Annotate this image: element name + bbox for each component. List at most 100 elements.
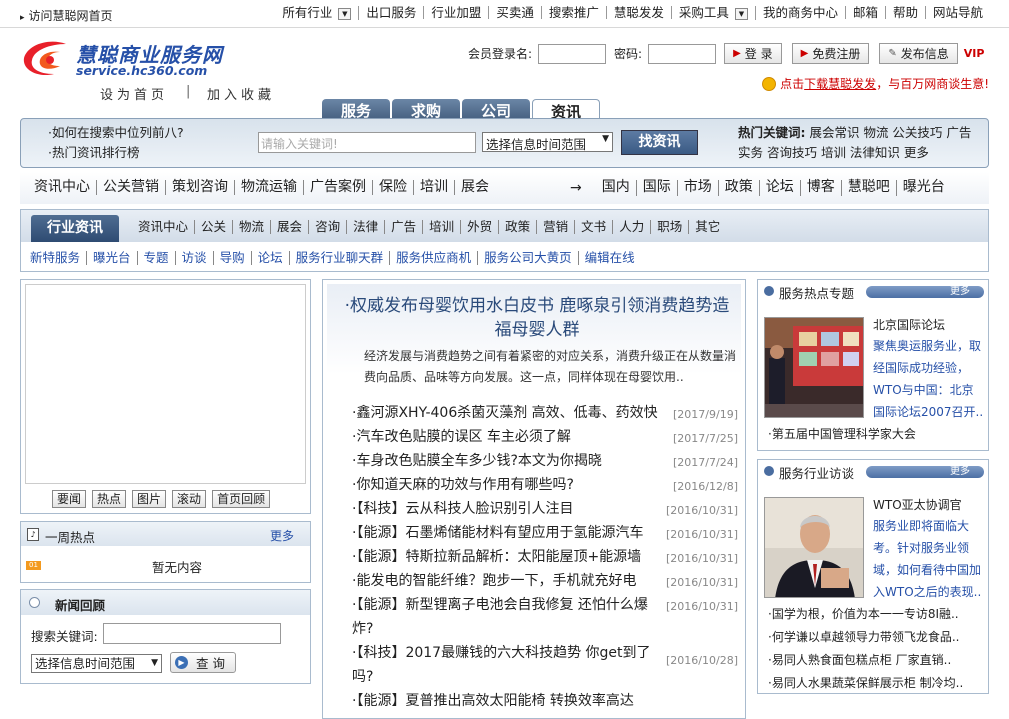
industry-cat[interactable]: 文书 [575, 220, 614, 234]
list-item[interactable]: ·【能源】夏普推出高效太阳能椅 转换效率高达 [352, 689, 742, 713]
industry-link[interactable]: 服务行业聊天群 [290, 251, 391, 265]
list-item[interactable]: ·鑫河源XHY-406杀菌灭藻剂 高效、低毒、药效快 [2017/9/19] [352, 401, 742, 425]
industry-cat[interactable]: 法律 [347, 220, 386, 234]
list-item[interactable]: ·车身改色贴膜全车多少钱?本文为你揭晓 [2017/7/24] [352, 449, 742, 473]
publish-button[interactable]: ✎ 发布信息 [879, 43, 958, 64]
channel-ad-cases[interactable]: 广告案例 [304, 180, 373, 195]
industry-link[interactable]: 服务供应商机 [390, 251, 479, 265]
interview-item[interactable]: ·国学为根，价值为本一一专访8I融.. [768, 603, 986, 625]
member-input[interactable] [538, 43, 607, 64]
home-link[interactable]: ▸ 访问慧聪网首页 [20, 7, 113, 24]
password-input[interactable] [648, 43, 717, 64]
industry-cat[interactable]: 培训 [423, 220, 462, 234]
industry-cat[interactable]: 其它 [689, 220, 726, 234]
channel-pr[interactable]: 公关营销 [97, 180, 166, 195]
topic-item[interactable]: ·第五届中国管理科学家大会 [768, 423, 986, 445]
channel-logistics[interactable]: 物流运输 [235, 180, 304, 195]
industry-cat[interactable]: 政策 [499, 220, 538, 234]
top-nav-join[interactable]: 行业加盟 [424, 6, 490, 20]
search-input[interactable]: 请输入关键词! [258, 132, 476, 153]
review-time-select[interactable]: 选择信息时间范围 ▼ [31, 654, 162, 673]
channel-blog[interactable]: 博客 [801, 180, 842, 196]
industry-link[interactable]: 专题 [138, 251, 176, 265]
vip-badge[interactable]: VIP [964, 47, 985, 60]
interview-image[interactable] [764, 497, 864, 598]
list-item[interactable]: ·【科技】2017最赚钱的六大科技趋势 你get到了吗? [2016/10/28] [352, 641, 738, 689]
channel-market[interactable]: 市场 [678, 180, 719, 196]
interviews-more-link[interactable]: 更多 [866, 466, 984, 478]
interview-label[interactable]: WTO亚太协调官 [873, 496, 962, 513]
channel-insurance[interactable]: 保险 [373, 180, 414, 195]
interview-item[interactable]: ·易同人水果蔬菜保鲜展示柜 制冷均.. [768, 672, 986, 694]
headline-title[interactable]: ·权威发布母婴饮用水白皮书 鹿啄泉引领消费趋势造福母婴人群 [337, 294, 737, 342]
download-fafa-link[interactable]: 下载慧聪发发 [804, 75, 876, 92]
channel-planning[interactable]: 策划咨询 [166, 180, 235, 195]
interview-item[interactable]: ·易同人熟食面包糕点柜 厂家直销.. [768, 649, 986, 671]
channel-training[interactable]: 培训 [414, 180, 455, 195]
topic-description[interactable]: 聚焦奥运服务业，取经国际成功经验，WTO与中国：北京国际论坛2007召开.. [873, 335, 985, 423]
top-nav-business-center[interactable]: 我的商务中心 [756, 6, 846, 20]
topic-label[interactable]: 北京国际论坛 [873, 316, 945, 333]
industry-cat[interactable]: 咨询 [309, 220, 348, 234]
register-button[interactable]: ▶ 免费注册 [791, 43, 870, 64]
industry-cat[interactable]: 人力 [613, 220, 652, 234]
industry-link[interactable]: 新特服务 [30, 251, 88, 265]
top-nav-tools[interactable]: 采购工具 ▼ [672, 6, 756, 20]
interview-item[interactable]: ·何学谦以卓越领导力带领飞龙食品.. [768, 626, 986, 648]
top-nav-mail[interactable]: 邮箱 [846, 6, 886, 20]
industry-cat[interactable]: 物流 [233, 220, 272, 234]
industry-link[interactable]: 服务公司大黄页 [478, 251, 579, 265]
weekly-hot-more-link[interactable]: 更多 [270, 527, 294, 544]
ranking-tip-link[interactable]: ·如何在搜索中位列前八? [48, 123, 184, 143]
login-button[interactable]: ▶ 登 录 [724, 43, 782, 64]
industry-cat[interactable]: 资讯中心 [132, 220, 196, 234]
keyword-input[interactable] [103, 623, 281, 644]
channel-international[interactable]: 国际 [637, 180, 678, 196]
add-favorite-link[interactable]: 加入收藏 [207, 84, 275, 103]
industry-cat[interactable]: 展会 [271, 220, 310, 234]
top-nav-search-promo[interactable]: 搜索推广 [542, 6, 607, 20]
list-item[interactable]: ·【能源】特斯拉新品解析：太阳能屋顶+能源墙 [2016/10/31] [352, 545, 742, 569]
industry-cat[interactable]: 营销 [537, 220, 576, 234]
channel-exposure[interactable]: 曝光台 [897, 180, 951, 196]
carousel-pictures-button[interactable]: 图片 [132, 490, 167, 508]
list-item[interactable]: ·汽车改色贴膜的误区 车主必须了解 [2017/7/25] [352, 425, 742, 449]
industry-link[interactable]: 论坛 [252, 251, 290, 265]
logo-icon[interactable] [20, 38, 70, 80]
industry-cat[interactable]: 外贸 [461, 220, 500, 234]
industry-cat[interactable]: 公关 [195, 220, 234, 234]
topic-image[interactable] [764, 317, 864, 418]
chevron-down-icon[interactable]: ▼ [338, 7, 352, 20]
list-item[interactable]: ·【能源】新型锂离子电池会自我修复 还怕什么爆炸? [2016/10/31] [352, 593, 738, 641]
hot-ranking-link[interactable]: ·热门资讯排行榜 [48, 143, 184, 163]
industry-link[interactable]: 导购 [214, 251, 252, 265]
hot-topics-more-link[interactable]: 更多 [866, 286, 984, 298]
top-nav-sitemap[interactable]: 网站导航 [926, 6, 983, 19]
top-nav-help[interactable]: 帮助 [886, 6, 926, 20]
time-range-select[interactable]: 选择信息时间范围 ▼ [482, 132, 613, 152]
channel-bar[interactable]: 慧聪吧 [842, 180, 897, 196]
industry-link[interactable]: 曝光台 [87, 251, 138, 265]
carousel-rolling-button[interactable]: 滚动 [172, 490, 207, 508]
channel-domestic[interactable]: 国内 [596, 180, 637, 196]
top-nav-fafa[interactable]: 慧聪发发 [607, 6, 672, 20]
search-button[interactable]: 找资讯 [621, 130, 698, 155]
list-item[interactable]: ·【能源】石墨烯储能材料有望应用于氢能源汽车 [2016/10/31] [352, 521, 742, 545]
industry-cat[interactable]: 广告 [385, 220, 424, 234]
channel-forum[interactable]: 论坛 [760, 180, 801, 196]
channel-exhibition[interactable]: 展会 [455, 180, 495, 195]
interview-description[interactable]: 服务业即将面临大考。针对服务业领域，如何看待中国加入WTO之后的表现.. [873, 515, 985, 603]
industry-cat[interactable]: 职场 [651, 220, 690, 234]
top-nav-export[interactable]: 出口服务 [359, 6, 425, 20]
logo-domain[interactable]: service.hc360.com [76, 63, 207, 78]
carousel-hot-button[interactable]: 热点 [92, 490, 127, 508]
list-item[interactable]: ·【科技】云从科技人脸识别引人注目 [2016/10/31] [352, 497, 742, 521]
industry-link[interactable]: 编辑在线 [579, 251, 641, 265]
channel-news-center[interactable]: 资讯中心 [28, 180, 97, 195]
channel-policy[interactable]: 政策 [719, 180, 760, 196]
top-nav-trade[interactable]: 买卖通 [489, 6, 542, 20]
list-item[interactable]: ·能发电的智能纤维？跑步一下，手机就充好电 [2016/10/31] [352, 569, 742, 593]
set-home-link[interactable]: 设为首页 [100, 84, 168, 103]
top-nav-all-industries[interactable]: 所有行业 ▼ [275, 6, 360, 20]
query-button[interactable]: ▶ 查 询 [170, 652, 236, 673]
